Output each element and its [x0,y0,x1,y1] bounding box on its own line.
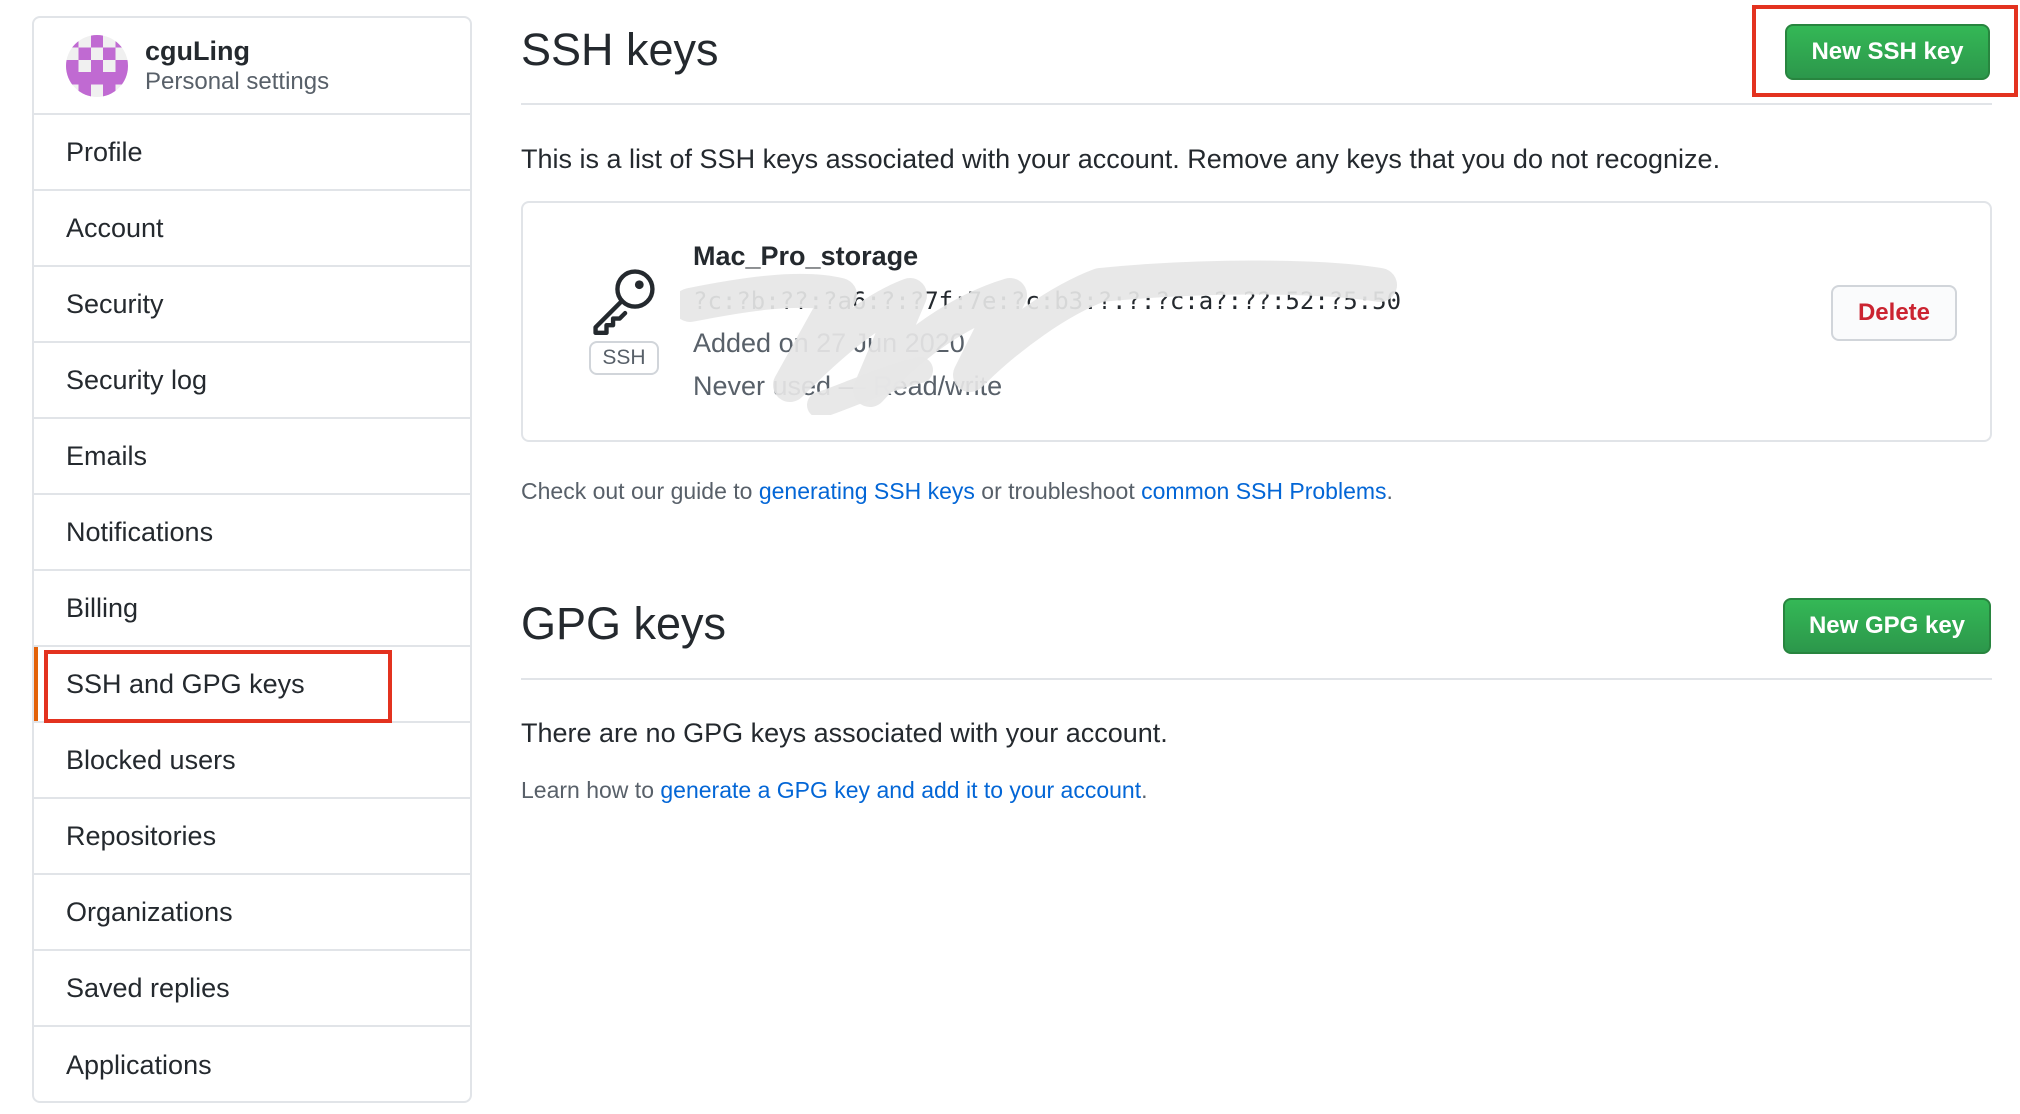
new-gpg-key-button[interactable]: New GPG key [1783,598,1991,654]
generating-ssh-keys-link[interactable]: generating SSH keys [759,478,975,504]
key-icon [589,265,659,340]
avatar[interactable] [66,34,128,97]
ssh-description: This is a list of SSH keys associated wi… [521,144,1721,174]
sidebar-item-billing[interactable]: Billing [34,571,470,647]
personal-settings-label: Personal settings [145,67,330,95]
gpg-learn-prefix: Learn how to [521,777,661,803]
sidebar-item-applications[interactable]: Applications [34,1027,470,1101]
ssh-keys-heading: SSH keys [521,24,719,75]
sidebar-item-profile[interactable]: Profile [34,115,470,191]
delete-ssh-key-button[interactable]: Delete [1831,285,1957,341]
sidebar-item-security-log[interactable]: Security log [34,343,470,419]
redaction-scribble [680,260,1397,415]
sidebar-item-notifications[interactable]: Notifications [34,495,470,571]
ssh-guide-suffix: . [1386,478,1393,504]
settings-sidebar: cguLing Personal settings Profile Accoun… [32,16,472,1103]
gpg-learn-suffix: . [1141,777,1148,803]
generate-gpg-key-link[interactable]: generate a GPG key and add it to your ac… [660,777,1141,803]
sidebar-item-security[interactable]: Security [34,267,470,343]
ssh-badge: SSH [589,341,659,375]
gpg-empty-text: There are no GPG keys associated with yo… [521,718,1168,748]
gpg-learn-text: Learn how to generate a GPG key and add … [521,777,1148,804]
sidebar-item-account[interactable]: Account [34,191,470,267]
sidebar-item-emails[interactable]: Emails [34,419,470,495]
sidebar-item-blocked-users[interactable]: Blocked users [34,723,470,799]
sidebar-item-ssh-gpg-keys[interactable]: SSH and GPG keys [34,647,470,723]
new-ssh-key-button[interactable]: New SSH key [1785,24,1990,80]
ssh-divider [521,103,1992,105]
sidebar-item-repositories[interactable]: Repositories [34,799,470,875]
common-ssh-problems-link[interactable]: common SSH Problems [1141,478,1386,504]
sidebar-item-saved-replies[interactable]: Saved replies [34,951,470,1027]
gpg-keys-heading: GPG keys [521,598,727,649]
sidebar-item-organizations[interactable]: Organizations [34,875,470,951]
gpg-divider [521,678,1992,680]
ssh-guide-prefix: Check out our guide to [521,478,759,504]
username[interactable]: cguLing [145,35,329,67]
ssh-guide-middle: or troubleshoot [974,478,1142,504]
sidebar-header: cguLing Personal settings [34,18,470,115]
ssh-guide-text: Check out our guide to generating SSH ke… [521,478,1393,505]
